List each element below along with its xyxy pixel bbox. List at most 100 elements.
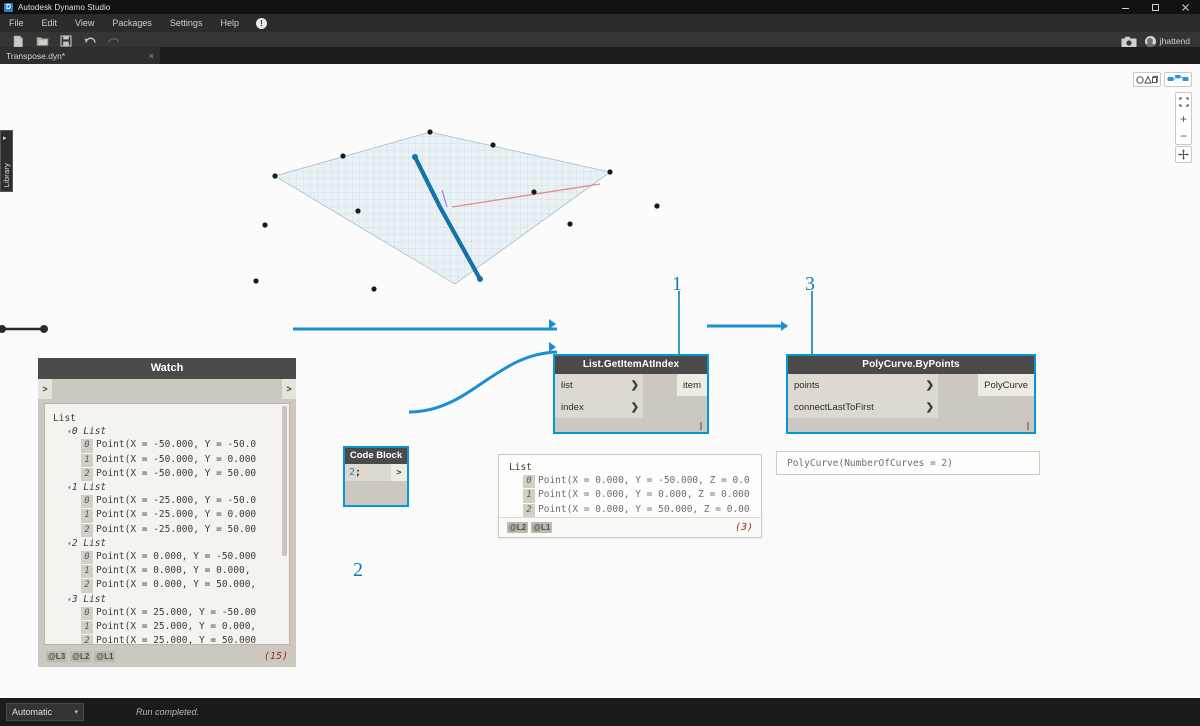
list-item: 2 Point(X = 0.000, Y = 50.000, Z = 0.00: [509, 503, 757, 517]
title-bar: D Autodesk Dynamo Studio: [0, 0, 1200, 14]
zoom-out-icon[interactable]: −: [1176, 127, 1191, 144]
output-port-polycurve[interactable]: PolyCurve: [978, 374, 1034, 396]
node-polycurve-bypoints[interactable]: PolyCurve.ByPoints points ❯ PolyCurve co…: [786, 354, 1036, 434]
list-sublist-label: 1 List: [71, 482, 107, 494]
list-index-badge: 2: [81, 635, 93, 644]
list-value-label: Point(X = 0.000, Y = -50.000, Z = 0.0: [538, 475, 750, 487]
port-gap: [938, 396, 1034, 418]
annotation-1: 1: [672, 273, 682, 295]
zoom-fit-icon[interactable]: [1176, 93, 1191, 110]
preview-bubble[interactable]: List 0 Point(X = 0.000, Y = -50.000, Z = 0…: [498, 454, 762, 538]
watch-scrollbar[interactable]: [282, 406, 287, 556]
lacing-indicator[interactable]: [1027, 422, 1029, 430]
preview-bubble-footer: @L2 @L1 (3): [499, 517, 761, 537]
node-polycurve-body: points ❯ PolyCurve connectLastToFirst ❯: [788, 374, 1034, 432]
zoom-controls: + −: [1175, 92, 1192, 145]
watch-input-port[interactable]: >: [38, 379, 52, 399]
list-index-badge: 0: [81, 606, 93, 621]
preview-level-badges[interactable]: @L2 @L1: [507, 522, 553, 533]
watch-level-l3[interactable]: @L3: [46, 650, 68, 662]
chevron-right-icon[interactable]: ❯: [918, 380, 934, 391]
list-value-label: Point(X = -25.000, Y = -50.0: [96, 495, 257, 507]
list-index-badge: 1: [81, 509, 93, 523]
menu-item-file[interactable]: File: [0, 14, 33, 32]
watch-level-l2[interactable]: @L2: [70, 650, 92, 662]
preview-item-count: (3): [734, 522, 753, 533]
chevron-right-icon[interactable]: ❯: [623, 402, 639, 413]
list-item: List: [53, 413, 76, 424]
chevron-right-icon[interactable]: ❯: [918, 402, 934, 413]
input-port-list[interactable]: list ❯: [555, 374, 643, 396]
code-block-editor[interactable]: 2; >: [345, 464, 407, 481]
list-value-label: Point(X = 0.000, Y = -50.000: [96, 551, 257, 563]
menu-item-packages[interactable]: Packages: [103, 14, 161, 32]
input-port-index[interactable]: index ❯: [555, 396, 643, 418]
tab-transpose-dyn[interactable]: Transpose.dyn* ×: [0, 47, 160, 64]
node-watch[interactable]: Watch > > List ▾0 List 0 Point(X = -50.000,…: [38, 358, 296, 667]
user-account[interactable]: jhattend: [1144, 35, 1190, 47]
input-port-connectlasttofirst[interactable]: connectLastToFirst ❯: [788, 396, 938, 418]
menu-item-help[interactable]: Help: [211, 14, 248, 32]
chevron-down-icon: ▾: [74, 709, 78, 716]
chevron-right-icon[interactable]: ❯: [623, 380, 639, 391]
list-value-label: Point(X = 0.000, Y = 50.000,: [96, 579, 257, 591]
list-index-badge: 0: [81, 495, 93, 509]
pan-icon[interactable]: [1175, 146, 1192, 163]
annotation-2: 2: [353, 559, 363, 581]
library-panel-tab[interactable]: ▸ Library: [0, 130, 13, 192]
list-item: List: [509, 462, 532, 473]
window-controls: [1110, 0, 1200, 14]
polycurve-preview-tooltip: PolyCurve(NumberOfCurves = 2): [776, 451, 1040, 475]
minimize-icon[interactable]: [1110, 0, 1140, 14]
list-item: 0 Point(X = 0.000, Y = -50.000, Z = 0.0: [509, 474, 757, 489]
list-item: 0 Point(X = -50.000, Y = -50.0: [53, 438, 285, 453]
menu-item-settings[interactable]: Settings: [161, 14, 212, 32]
list-item: ▾0 List: [53, 425, 285, 438]
chevron-right-icon: ▸: [3, 135, 7, 142]
list-item: 0 Point(X = -25.000, Y = -50.0: [53, 494, 285, 509]
list-index-badge: 1: [81, 453, 93, 467]
menu-item-view[interactable]: View: [66, 14, 103, 32]
node-code-block[interactable]: Code Block 2; >: [343, 446, 409, 507]
annotation-3: 3: [805, 273, 815, 295]
preview-level-l1[interactable]: @L1: [531, 522, 553, 533]
list-index-badge: 2: [523, 503, 535, 517]
preview-bubble-tree: List 0 Point(X = 0.000, Y = -50.000, Z = 0…: [509, 461, 757, 517]
preview-level-l2[interactable]: @L2: [507, 522, 529, 533]
watch-level-l1[interactable]: @L1: [94, 650, 116, 662]
list-index-badge: 0: [81, 551, 93, 565]
graph-canvas[interactable]: ▸ Library 1 2 3 Watch > > List ▾0 List 0…: [0, 64, 1200, 698]
watch-tree-content: List ▾0 List 0 Point(X = -50.000, Y = -50.0…: [53, 412, 285, 644]
close-icon[interactable]: [1170, 0, 1200, 14]
list-value-label: Point(X = 0.000, Y = 50.000, Z = 0.00: [538, 503, 750, 515]
node-getitematindex-title: List.GetItemAtIndex: [555, 356, 707, 374]
camera-icon[interactable]: [1121, 35, 1137, 48]
list-item: ▾3 List: [53, 593, 285, 606]
list-value-label: Point(X = -50.000, Y = 50.00: [96, 467, 257, 479]
input-port-index-label: index: [561, 401, 584, 413]
output-port-item[interactable]: item: [677, 374, 707, 396]
list-index-badge: 1: [523, 489, 535, 503]
run-mode-dropdown[interactable]: Automatic ▾: [6, 703, 84, 721]
zoom-in-icon[interactable]: +: [1176, 110, 1191, 127]
input-port-points[interactable]: points ❯: [788, 374, 938, 396]
watch-list-tree[interactable]: List ▾0 List 0 Point(X = -50.000, Y = -50.0…: [44, 403, 290, 645]
list-value-label: Point(X = -25.000, Y = 0.000: [96, 509, 257, 521]
port-gap: [643, 374, 677, 396]
node-list-getitematindex[interactable]: List.GetItemAtIndex list ❯ item index ❯: [553, 354, 709, 434]
geometry-view-icon[interactable]: [1133, 72, 1161, 87]
menu-item-edit[interactable]: Edit: [33, 14, 67, 32]
port-row-connectlasttofirst: connectLastToFirst ❯: [788, 396, 1034, 418]
list-sublist-label: 3 List: [71, 593, 107, 605]
alert-icon[interactable]: !: [255, 17, 267, 29]
code-block-output-port[interactable]: >: [391, 464, 407, 481]
list-item: 2 Point(X = 25.000, Y = 50.000: [53, 634, 285, 644]
tab-close-icon[interactable]: ×: [149, 51, 154, 61]
window-title: Autodesk Dynamo Studio: [18, 2, 111, 12]
graph-view-icon[interactable]: [1164, 72, 1192, 87]
maximize-icon[interactable]: [1140, 0, 1170, 14]
list-index-badge: 1: [81, 565, 93, 579]
watch-output-port[interactable]: >: [282, 379, 296, 399]
lacing-indicator[interactable]: [700, 422, 702, 430]
watch-level-badges[interactable]: @L3 @L2 @L1: [46, 650, 116, 662]
